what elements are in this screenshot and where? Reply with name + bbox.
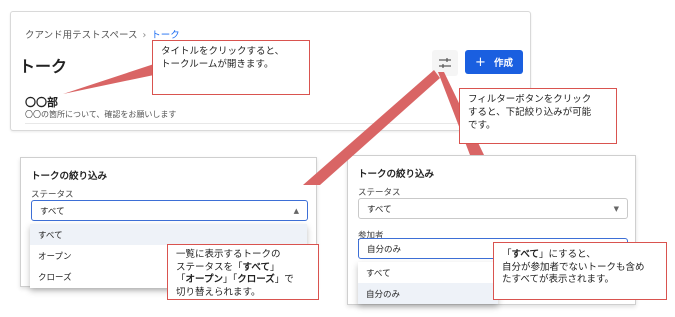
filter-button[interactable]	[432, 50, 458, 76]
status-select-value: すべて	[40, 206, 65, 217]
breadcrumb-separator: ›	[142, 30, 147, 41]
callout-status-all: すべて	[242, 261, 270, 273]
talk-room-title[interactable]: 〇〇部	[25, 94, 58, 110]
status-select-2[interactable]: すべて ▼	[358, 198, 628, 219]
create-button-label: 作成	[493, 58, 513, 69]
participant-option-all[interactable]: すべて	[358, 262, 498, 283]
breadcrumb-workspace[interactable]: クアンド用テストスペース	[25, 30, 137, 41]
create-button[interactable]: + 作成	[465, 50, 523, 74]
participant-dropdown: すべて 自分のみ	[358, 262, 498, 304]
participant-select-value: 自分のみ	[367, 244, 402, 255]
callout-filter-button: フィルターボタンをクリック すると、下記絞り込みが可能 です。	[459, 88, 617, 144]
callout-participant-text-1: 「	[502, 249, 512, 260]
participant-option-mine[interactable]: 自分のみ	[358, 283, 498, 304]
callout-status-open: オープン	[185, 274, 223, 285]
callout-status-text-3: 」「	[222, 274, 238, 285]
caret-down-icon: ▼	[613, 204, 619, 213]
status-label: ステータス	[31, 190, 74, 200]
filter-panel-title-2: トークの絞り込み	[358, 169, 435, 180]
breadcrumb: クアンド用テストスペース › トーク	[25, 27, 180, 41]
callout-status: 一覧に表示するトークの ステータスを「すべて」 「オープン」「クローズ」で 切り…	[167, 244, 319, 300]
divider	[25, 123, 520, 124]
talk-room-description: 〇〇の箇所について、確認をお願いします	[25, 110, 177, 119]
callout-participant-all: すべて	[511, 249, 539, 260]
callout-title-click: タイトルをクリックすると、 トークルームが開きます。	[152, 40, 310, 95]
page-title: トーク	[19, 57, 68, 76]
filter-sliders-icon	[439, 58, 451, 68]
callout-participant: 「すべて」にすると、 自分が参加者でないトークも含め たすべてが表示されます。	[493, 242, 667, 300]
callout-filter-button-text: フィルターボタンをクリック すると、下記絞り込みが可能 です。	[468, 94, 592, 131]
callout-status-close: クローズ	[237, 274, 275, 285]
status-option-all[interactable]: すべて	[30, 224, 307, 245]
filter-panel-title: トークの絞り込み	[31, 171, 108, 182]
status-select[interactable]: すべて ▲	[31, 200, 308, 221]
status-select-value-2: すべて	[367, 204, 392, 215]
status-label-2: ステータス	[358, 188, 401, 198]
caret-up-icon: ▲	[293, 206, 299, 215]
callout-title-click-text: タイトルをクリックすると、 トークルームが開きます。	[161, 46, 285, 70]
plus-icon: +	[475, 54, 486, 70]
